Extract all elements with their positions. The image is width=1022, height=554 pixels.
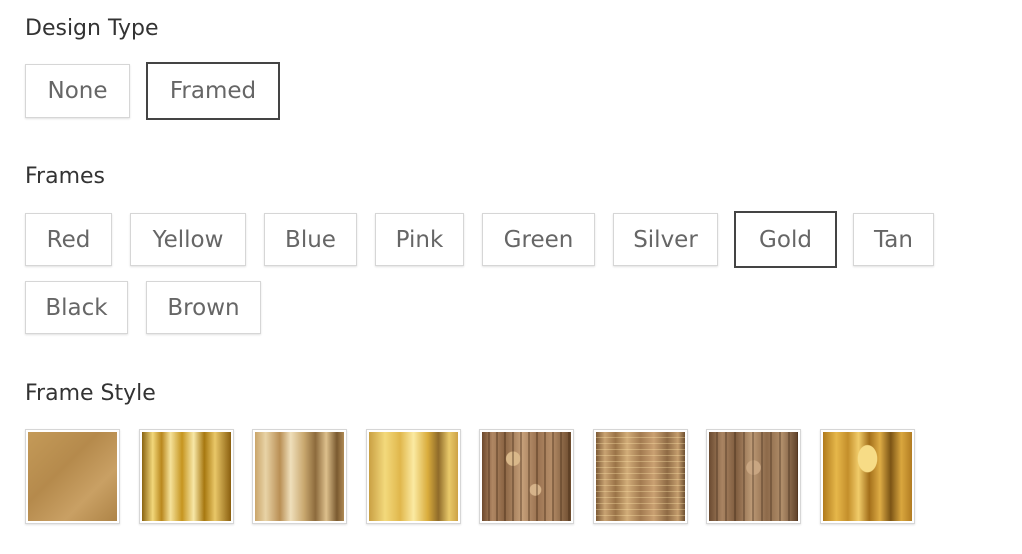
- ornate-bronze-scroll-texture: [482, 432, 571, 521]
- design-type-framed-button[interactable]: Framed: [146, 62, 280, 120]
- frame-style-swatch-7[interactable]: [706, 429, 801, 524]
- polished-gold-stripes-texture: [142, 432, 231, 521]
- frame-tan-button[interactable]: Tan: [853, 213, 934, 266]
- frame-pink-button[interactable]: Pink: [375, 213, 464, 266]
- ornate-bronze-carved-texture: [709, 432, 798, 521]
- frame-style-swatch-2[interactable]: [139, 429, 234, 524]
- frame-red-button[interactable]: Red: [25, 213, 112, 266]
- frame-style-title: Frame Style: [25, 381, 156, 406]
- frame-blue-button[interactable]: Blue: [264, 213, 357, 266]
- frame-style-swatch-3[interactable]: [252, 429, 347, 524]
- frames-title: Frames: [25, 164, 106, 189]
- bright-gold-texture: [369, 432, 458, 521]
- frame-style-swatch-8[interactable]: [820, 429, 915, 524]
- frame-gold-button[interactable]: Gold: [734, 211, 837, 268]
- frame-style-swatch-1[interactable]: [25, 429, 120, 524]
- frame-style-swatch-5[interactable]: [479, 429, 574, 524]
- frame-brown-button[interactable]: Brown: [146, 281, 261, 334]
- frame-silver-button[interactable]: Silver: [613, 213, 718, 266]
- frame-style-swatch-6[interactable]: [593, 429, 688, 524]
- frame-yellow-button[interactable]: Yellow: [130, 213, 246, 266]
- rustic-gold-leaf-texture: [823, 432, 912, 521]
- frame-black-button[interactable]: Black: [25, 281, 128, 334]
- matte-gold-texture: [28, 432, 117, 521]
- design-type-none-button[interactable]: None: [25, 64, 130, 118]
- frame-style-swatch-4[interactable]: [366, 429, 461, 524]
- antique-gold-woodgrain-texture: [255, 432, 344, 521]
- design-type-title: Design Type: [25, 16, 159, 41]
- beaded-bronze-texture: [596, 432, 685, 521]
- frame-green-button[interactable]: Green: [482, 213, 595, 266]
